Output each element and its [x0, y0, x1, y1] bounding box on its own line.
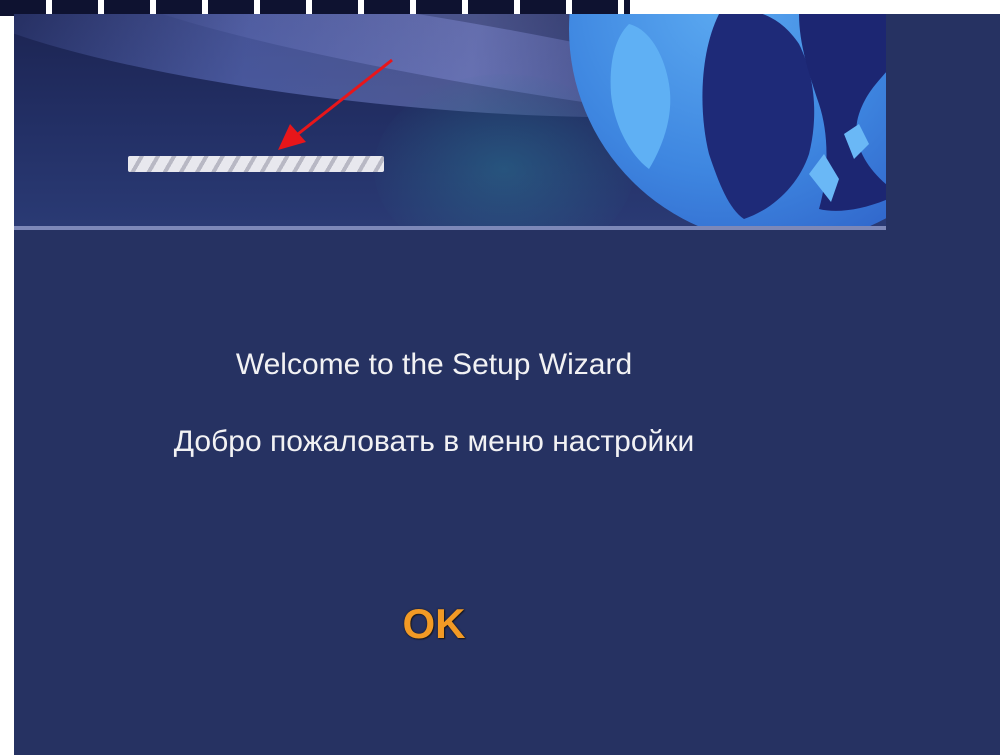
welcome-heading-english: Welcome to the Setup Wizard [235, 348, 633, 381]
ok-button[interactable]: OK [384, 594, 484, 654]
signal-progress-bar [128, 156, 384, 172]
annotation-arrow-icon [278, 58, 393, 150]
banner-right-fill [886, 14, 1000, 230]
setup-wizard-screen: Welcome to the Setup Wizard Добро пожало… [14, 14, 1000, 755]
welcome-heading-russian: Добро пожаловать в меню настройки [173, 425, 695, 458]
header-divider [14, 226, 886, 230]
header-banner [14, 14, 886, 226]
